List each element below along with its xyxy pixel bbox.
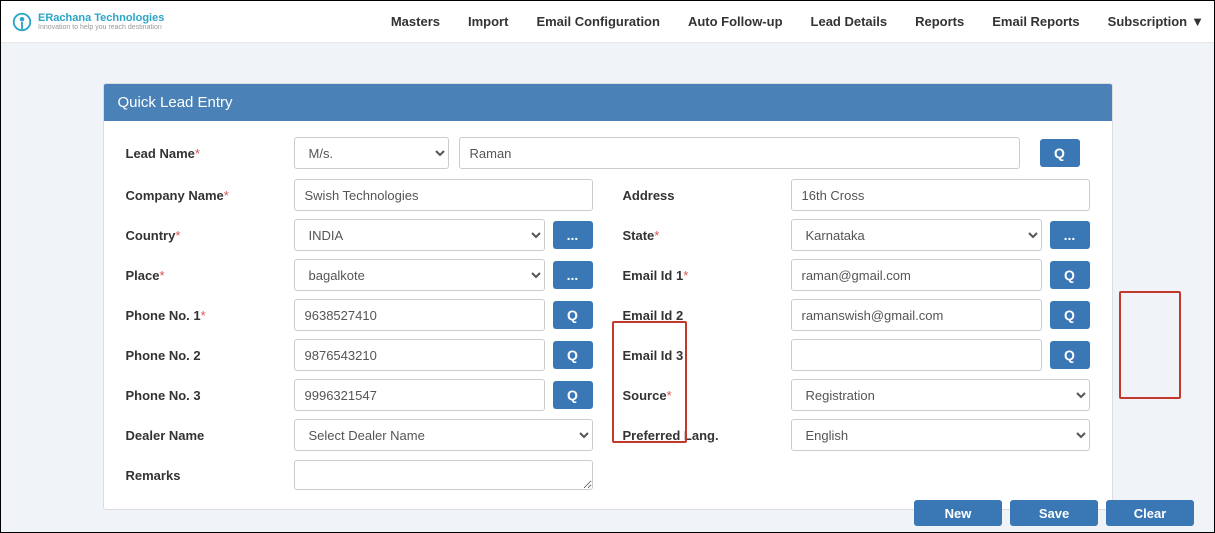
required-mark: * <box>159 268 164 283</box>
email3-q-button[interactable]: Q <box>1050 341 1090 369</box>
email2-q-button[interactable]: Q <box>1050 301 1090 329</box>
logo-tagline: Innovation to help you reach destination <box>38 24 164 31</box>
nav-import[interactable]: Import <box>468 14 508 29</box>
lead-name-input[interactable] <box>459 137 1020 169</box>
lead-name-q-button[interactable]: Q <box>1040 139 1080 167</box>
nav-subscription[interactable]: Subscription ▼ <box>1108 14 1204 29</box>
label-remarks: Remarks <box>126 468 181 483</box>
nav-email-configuration[interactable]: Email Configuration <box>536 14 660 29</box>
phone2-input[interactable] <box>294 339 545 371</box>
chevron-down-icon: ▼ <box>1191 14 1204 29</box>
language-select[interactable]: English <box>791 419 1090 451</box>
clear-button[interactable]: Clear <box>1106 500 1194 526</box>
main-nav: Masters Import Email Configuration Auto … <box>391 14 1204 29</box>
quick-lead-entry-panel: Quick Lead Entry Lead Name* M/s. Q Compa… <box>103 83 1113 510</box>
phone2-q-button[interactable]: Q <box>553 341 593 369</box>
email3-input[interactable] <box>791 339 1042 371</box>
required-mark: * <box>667 388 672 403</box>
required-mark: * <box>654 228 659 243</box>
footer-actions: New Save Clear <box>914 500 1194 526</box>
label-source: Source <box>623 388 667 403</box>
top-navbar: ERachana Technologies Innovation to help… <box>1 1 1214 43</box>
label-email2: Email Id 2 <box>623 308 684 323</box>
state-more-button[interactable]: ... <box>1050 221 1090 249</box>
state-select[interactable]: Karnataka <box>791 219 1042 251</box>
phone1-input[interactable] <box>294 299 545 331</box>
country-select[interactable]: INDIA <box>294 219 545 251</box>
logo-icon <box>11 11 33 33</box>
required-mark: * <box>224 188 229 203</box>
phone1-q-button[interactable]: Q <box>553 301 593 329</box>
required-mark: * <box>683 268 688 283</box>
nav-masters[interactable]: Masters <box>391 14 440 29</box>
new-button[interactable]: New <box>914 500 1002 526</box>
place-more-button[interactable]: ... <box>553 261 593 289</box>
source-select[interactable]: Registration <box>791 379 1090 411</box>
label-phone1: Phone No. 1 <box>126 308 201 323</box>
phone3-q-button[interactable]: Q <box>553 381 593 409</box>
address-input[interactable] <box>791 179 1090 211</box>
label-email1: Email Id 1 <box>623 268 684 283</box>
nav-email-reports[interactable]: Email Reports <box>992 14 1079 29</box>
label-company-name: Company Name <box>126 188 224 203</box>
nav-lead-details[interactable]: Lead Details <box>811 14 888 29</box>
highlight-email-q-buttons <box>1119 291 1181 399</box>
company-name-input[interactable] <box>294 179 593 211</box>
country-more-button[interactable]: ... <box>553 221 593 249</box>
label-place: Place <box>126 268 160 283</box>
label-country: Country <box>126 228 176 243</box>
label-state: State <box>623 228 655 243</box>
label-dealer: Dealer Name <box>126 428 205 443</box>
nav-subscription-label: Subscription <box>1108 14 1187 29</box>
email1-q-button[interactable]: Q <box>1050 261 1090 289</box>
place-select[interactable]: bagalkote <box>294 259 545 291</box>
label-preferred-lang: Preferred Lang. <box>623 428 719 443</box>
label-email3: Email Id 3 <box>623 348 684 363</box>
remarks-textarea[interactable] <box>294 460 593 490</box>
label-address: Address <box>623 188 675 203</box>
panel-title: Quick Lead Entry <box>104 84 1112 121</box>
logo-title: ERachana Technologies <box>38 13 164 24</box>
nav-auto-followup[interactable]: Auto Follow-up <box>688 14 783 29</box>
brand-logo[interactable]: ERachana Technologies Innovation to help… <box>11 11 164 33</box>
phone3-input[interactable] <box>294 379 545 411</box>
required-mark: * <box>175 228 180 243</box>
required-mark: * <box>201 308 206 323</box>
label-lead-name: Lead Name <box>126 146 195 161</box>
email2-input[interactable] <box>791 299 1042 331</box>
nav-reports[interactable]: Reports <box>915 14 964 29</box>
label-phone2: Phone No. 2 <box>126 348 201 363</box>
dealer-select[interactable]: Select Dealer Name <box>294 419 593 451</box>
email1-input[interactable] <box>791 259 1042 291</box>
label-phone3: Phone No. 3 <box>126 388 201 403</box>
title-select[interactable]: M/s. <box>294 137 449 169</box>
save-button[interactable]: Save <box>1010 500 1098 526</box>
required-mark: * <box>195 146 200 161</box>
